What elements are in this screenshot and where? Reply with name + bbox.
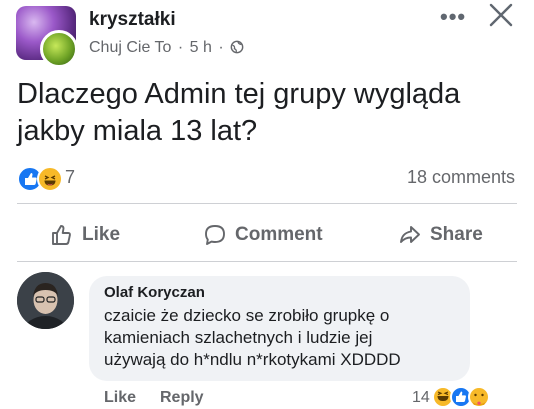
post-text-line: Dlaczego Admin tej grupy wygląda [17,78,461,110]
more-options-icon[interactable]: ••• [440,4,466,30]
like-label: Like [82,224,121,245]
globe-icon [230,40,244,54]
reaction-count[interactable]: 7 [65,167,75,188]
comment-text-line: czaicie że dziecko se zrobiło grupkę o [104,306,390,325]
comment-reaction-count[interactable]: 14 [412,389,430,407]
close-icon[interactable] [488,2,514,28]
share-button[interactable]: Share [398,220,483,250]
meta-separator: · [218,39,224,56]
post-meta: Chuj Cie To · 5 h · [89,39,244,57]
comment-icon [205,225,225,245]
like-button[interactable]: Like [50,220,120,250]
commenter-avatar[interactable] [17,272,74,329]
post-time[interactable]: 5 h [190,39,212,56]
share-icon [400,226,420,243]
divider [17,203,517,204]
share-label: Share [430,224,483,245]
comment-label: Comment [235,224,323,245]
care-reaction-icon [468,386,490,408]
group-name[interactable]: kryształki [89,9,176,31]
divider [17,261,517,262]
post-text-line: jakby miala 13 lat? [17,115,258,147]
thumbs-up-icon [52,225,71,245]
commenter-name[interactable]: Olaf Koryczan [104,284,205,301]
comment-like-button[interactable]: Like [104,389,136,407]
comment-button[interactable]: Comment [203,220,323,250]
meta-separator: · [177,39,184,56]
comment-text-line: używają do h*ndlu n*rkotykami XDDDD [104,350,401,369]
comment-reply-button[interactable]: Reply [160,389,204,407]
author-avatar[interactable] [40,30,78,68]
comment-text-line: kamieniach szlachetnych i ludzie jej [104,328,373,347]
post-text: Dlaczego Admin tej grupy wygląda jakby m… [17,76,527,150]
comment-reactions[interactable] [432,385,512,409]
comment-text: czaicie że dziecko se zrobiło grupkę o k… [104,305,464,371]
haha-reaction-icon [37,166,63,192]
comments-count[interactable]: 18 comments [407,167,515,188]
author-name[interactable]: Chuj Cie To [89,39,171,56]
